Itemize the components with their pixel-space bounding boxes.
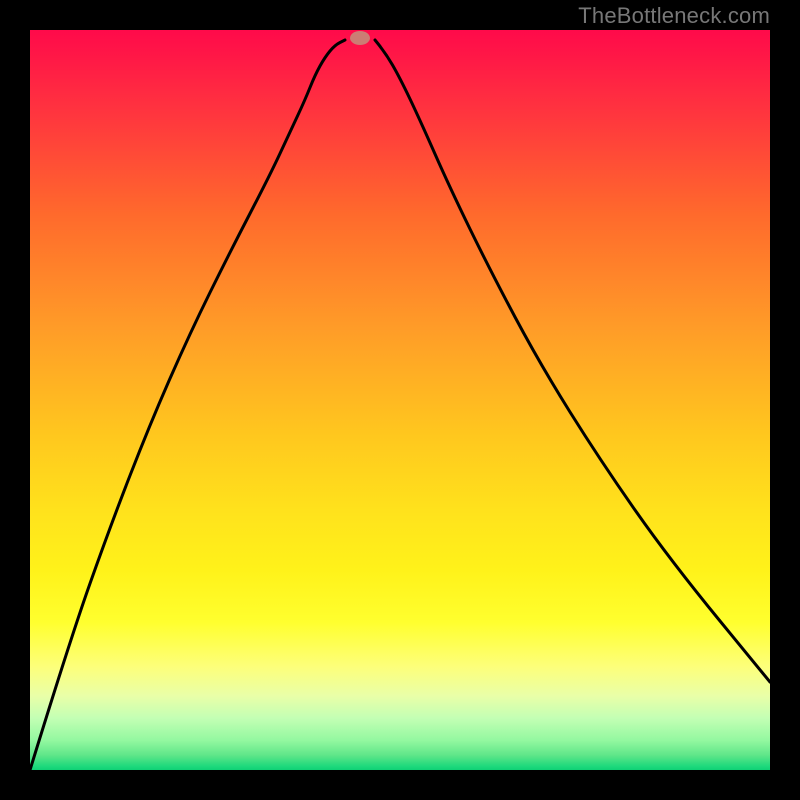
chart-frame: TheBottleneck.com bbox=[0, 0, 800, 800]
attribution-text: TheBottleneck.com bbox=[578, 3, 770, 29]
curve-right-branch bbox=[375, 40, 770, 682]
curve-left-branch bbox=[30, 40, 345, 770]
curve-svg bbox=[30, 30, 770, 770]
plot-area bbox=[30, 30, 770, 770]
minimum-marker bbox=[350, 31, 370, 45]
